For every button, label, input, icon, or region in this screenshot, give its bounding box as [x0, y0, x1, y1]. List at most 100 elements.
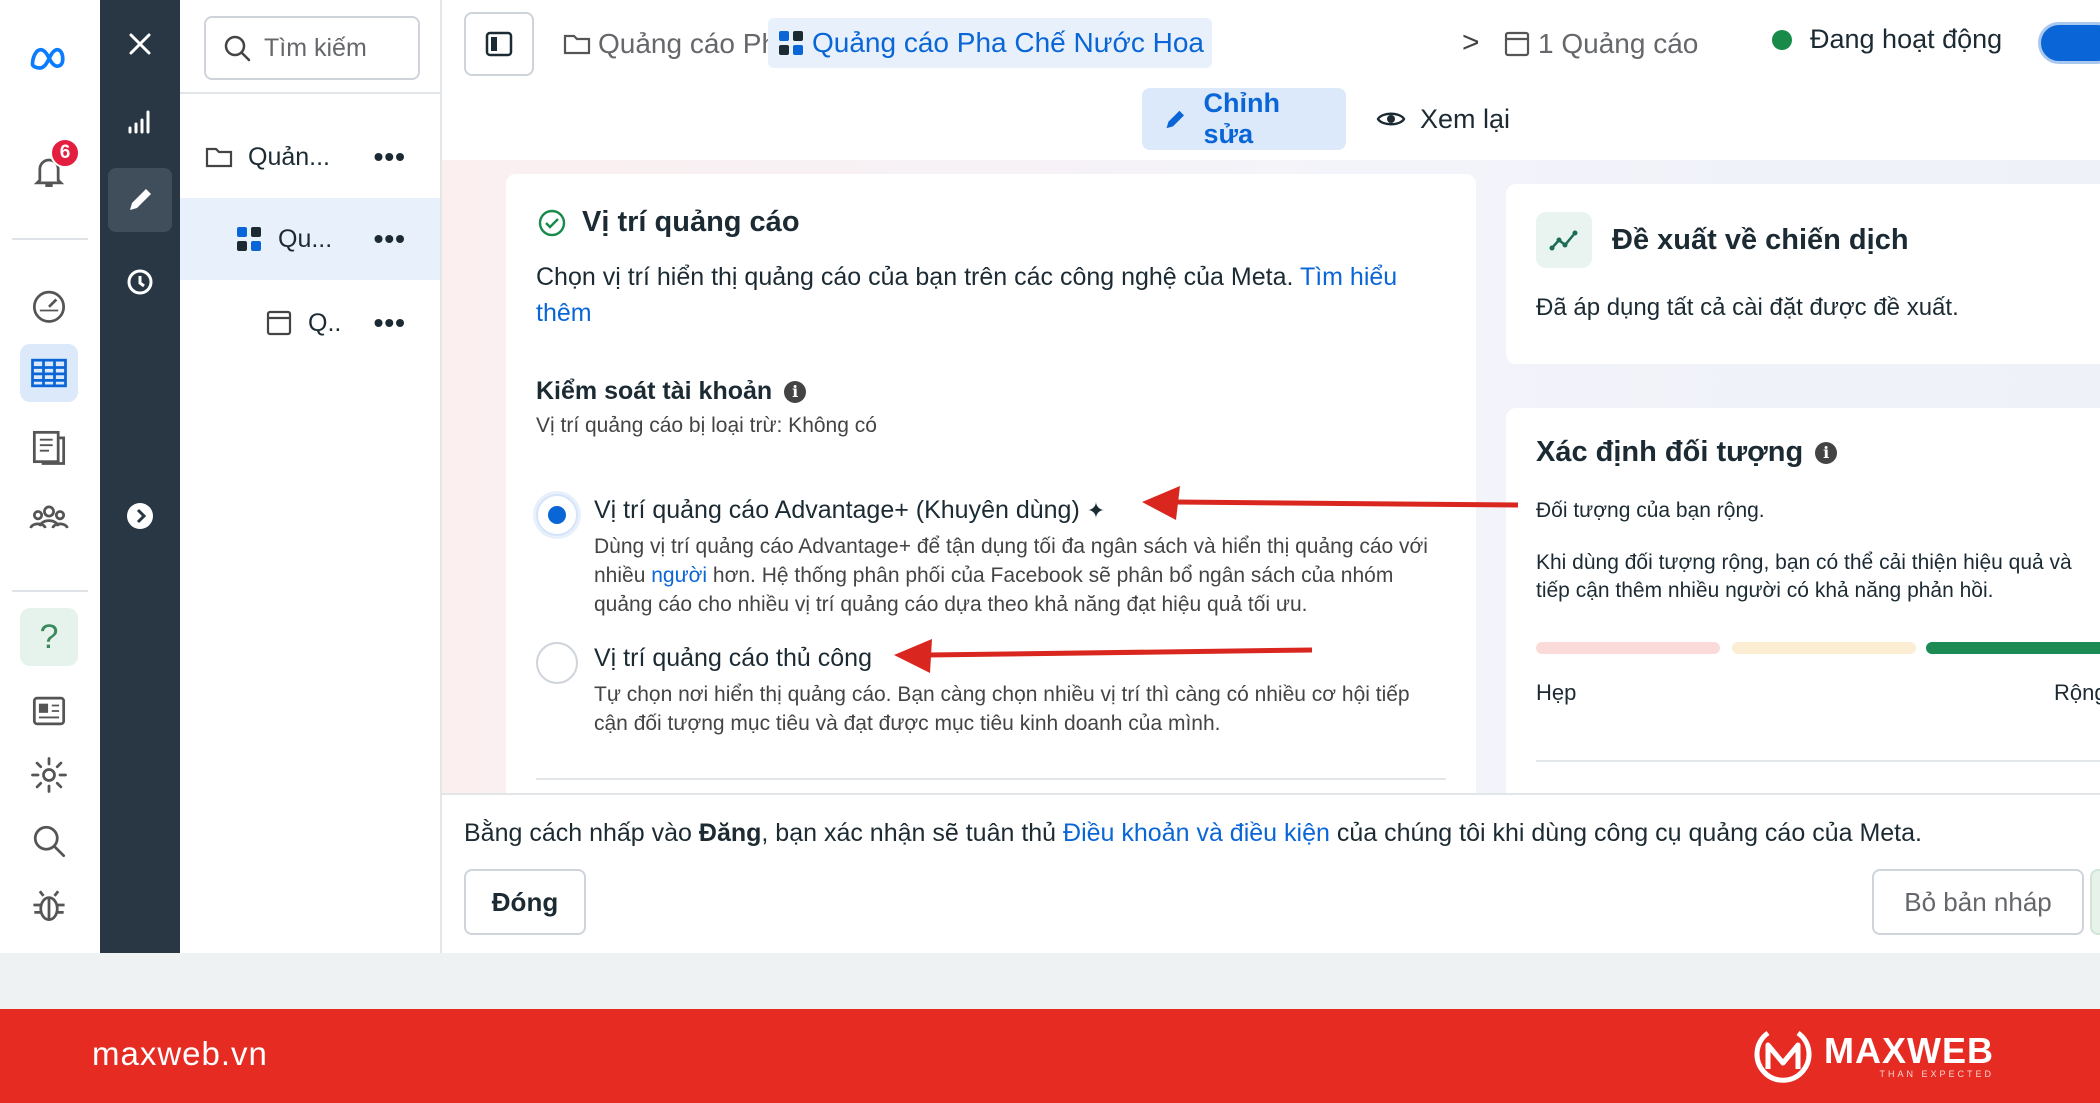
placement-description: Chọn vị trí hiển thị quảng cáo của bạn t…	[536, 259, 1436, 331]
excluded-placements-text: Vị trí quảng cáo bị loại trừ: Không có	[536, 414, 877, 437]
advantage-placement-option[interactable]: Vị trí quảng cáo Advantage+ (Khuyên dùng…	[536, 494, 1436, 616]
more-options-icon[interactable]: •••	[374, 141, 406, 173]
brand-name: MAXWEB	[1824, 1030, 1994, 1071]
placement-title: Vị trí quảng cáo	[536, 206, 1446, 239]
charts-bar-icon[interactable]	[108, 90, 172, 154]
expand-chevron-icon[interactable]	[108, 484, 172, 548]
tree-search-input[interactable]: Tìm kiếm	[204, 16, 420, 80]
info-icon[interactable]: i	[784, 380, 807, 403]
section-divider	[1536, 760, 2100, 762]
terms-link[interactable]: Điều khoản và điều kiện	[1063, 819, 1330, 847]
ad-set-icon	[234, 224, 264, 254]
publish-footer: Bằng cách nhấp vào Đăng, bạn xác nhận sẽ…	[442, 793, 2100, 953]
brand-text: MAXWEB THAN EXPECTED	[1824, 1030, 1994, 1080]
status-label: Đang hoạt động	[1810, 24, 2003, 54]
advantage-placement-title: Vị trí quảng cáo Advantage+ (Khuyên dùng…	[594, 496, 1105, 525]
news-icon[interactable]	[20, 682, 78, 740]
brand-tagline: THAN EXPECTED	[1879, 1069, 1994, 1079]
campaign-toggle[interactable]	[2038, 22, 2100, 64]
sidebar-panel-icon	[485, 31, 513, 57]
settings-icon[interactable]	[20, 746, 78, 804]
ad-icon	[1504, 31, 1530, 57]
folder-icon	[204, 142, 234, 172]
people-link[interactable]: người	[651, 564, 707, 587]
manual-placement-option[interactable]: Vị trí quảng cáo thủ công Tự chọn nơi hi…	[536, 642, 1436, 742]
bug-icon[interactable]	[20, 876, 78, 934]
rail-divider	[12, 238, 88, 240]
campaign-suggestions-card: Đề xuất về chiến dịch Đã áp dụng tất cả …	[1506, 184, 2100, 364]
ad-icon	[264, 308, 294, 338]
more-options-icon[interactable]: •••	[374, 307, 406, 339]
navigation-column	[100, 0, 180, 953]
sparkle-icon: ✦	[1086, 498, 1106, 523]
meter-narrow-label: Hẹp	[1536, 680, 1577, 705]
search-placeholder: Tìm kiếm	[264, 33, 367, 62]
suggestions-title: Đề xuất về chiến dịch	[1536, 212, 2096, 268]
manual-placement-radio[interactable]	[536, 642, 578, 684]
check-circle-icon	[538, 209, 566, 236]
notifications-bell-icon[interactable]: 6	[20, 138, 80, 200]
campaigns-table-icon[interactable]	[20, 344, 78, 402]
audiences-icon[interactable]	[20, 488, 78, 546]
search-icon[interactable]	[20, 812, 78, 870]
toggle-panel-button[interactable]	[464, 12, 534, 76]
meter-wide-label: Rộng	[2054, 680, 2100, 705]
help-icon[interactable]: ?	[20, 608, 78, 666]
meta-logo-icon[interactable]	[20, 28, 78, 86]
pages-icon[interactable]	[20, 418, 78, 476]
more-options-icon[interactable]: •••	[374, 223, 406, 255]
close-button[interactable]: Đóng	[464, 869, 586, 935]
placement-card: Vị trí quảng cáo Chọn vị trí hiển thị qu…	[506, 174, 1476, 793]
consent-part: của chúng tôi khi dùng công cụ quảng cáo…	[1329, 819, 1922, 847]
manual-placement-description: Tự chọn nơi hiển thị quảng cáo. Bạn càng…	[594, 683, 1410, 735]
tree-item-ad-set[interactable]: Qu... •••	[180, 198, 440, 280]
advantage-placement-description: Dùng vị trí quảng cáo Advantage+ để tận …	[594, 532, 1434, 619]
editor-content: Vị trí quảng cáo Chọn vị trí hiển thị qu…	[442, 160, 2100, 793]
campaign-tree-panel: Tìm kiếm Quản... ••• Qu... ••• Q.. •••	[180, 0, 442, 953]
advantage-placement-title-text: Vị trí quảng cáo Advantage+ (Khuyên dùng…	[594, 496, 1080, 524]
rail-divider	[12, 590, 88, 592]
folder-icon	[563, 34, 591, 55]
tree-item-label: Qu...	[278, 224, 333, 253]
audience-title-text: Xác định đối tượng	[1536, 436, 1804, 468]
consent-publish-word: Đăng	[698, 819, 762, 847]
left-icon-rail: 6 ?	[0, 0, 100, 953]
breadcrumb-ads-label: 1 Quảng cáo	[1538, 28, 1699, 59]
breadcrumb-ad-set[interactable]: Quảng cáo Pha Chế Nước Hoa	[768, 18, 1212, 68]
tree-item-campaign[interactable]: Quản... •••	[180, 116, 440, 198]
suggestions-text: Đã áp dụng tất cả cài đặt được đề xuất.	[1536, 294, 1959, 321]
site-url: maxweb.vn	[92, 1035, 268, 1072]
discard-draft-button[interactable]: Bỏ bản nháp	[1872, 869, 2084, 935]
tab-review-label: Xem lại	[1420, 103, 1511, 134]
section-divider	[536, 778, 1446, 780]
history-clock-icon[interactable]	[108, 250, 172, 314]
search-icon	[224, 35, 251, 62]
consent-part: , bạn xác nhận sẽ tuân thủ	[761, 819, 1064, 847]
tab-edit-label: Chỉnh sửa	[1203, 88, 1280, 149]
chevron-right-icon: >	[1462, 26, 1480, 59]
edit-pencil-icon[interactable]	[108, 168, 172, 232]
audience-title: Xác định đối tượng i	[1536, 436, 2096, 469]
manual-placement-title: Vị trí quảng cáo thủ công	[594, 644, 872, 672]
tab-edit[interactable]: Chỉnh sửa	[1142, 88, 1346, 150]
close-icon[interactable]	[108, 12, 172, 76]
consent-text: Bằng cách nhấp vào Đăng, bạn xác nhận sẽ…	[464, 819, 1922, 848]
tab-review[interactable]: Xem lại	[1356, 88, 1530, 150]
brand-logo: MAXWEB THAN EXPECTED	[1748, 1025, 1994, 1087]
info-icon[interactable]: i	[1815, 441, 1838, 464]
maxweb-logo-icon	[1754, 1030, 1812, 1083]
account-control-heading: Kiểm soát tài khoản i	[536, 377, 1446, 406]
audience-meter-narrow	[1536, 642, 1720, 654]
tree-item-ad[interactable]: Q.. •••	[180, 282, 440, 364]
trend-chart-icon	[1536, 212, 1592, 268]
account-control-label: Kiểm soát tài khoản	[536, 377, 773, 405]
mode-tabs: Chỉnh sửa Xem lại	[442, 88, 2100, 160]
suggestions-title-text: Đề xuất về chiến dịch	[1612, 223, 1909, 256]
advantage-placement-radio[interactable]	[536, 494, 578, 536]
audience-meter-broad	[1926, 642, 2100, 654]
eye-icon	[1376, 112, 1406, 126]
breadcrumb-ads[interactable]: 1 Quảng cáo	[1502, 22, 1698, 66]
publish-button[interactable]	[2090, 869, 2100, 935]
background-strip	[0, 953, 2100, 1009]
dashboard-gauge-icon[interactable]	[20, 276, 78, 334]
